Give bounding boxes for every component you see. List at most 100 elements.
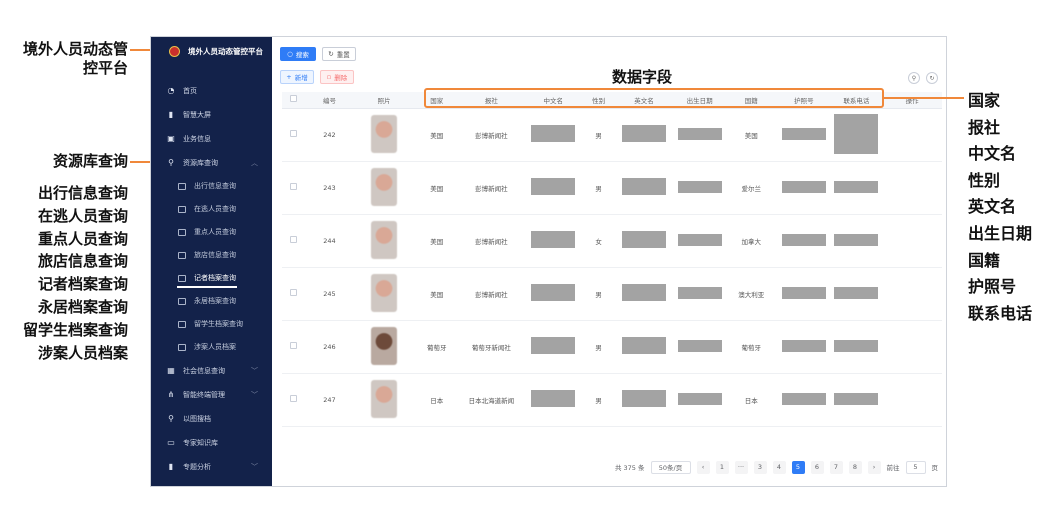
checkbox[interactable] [289, 130, 297, 137]
sidebar-subitem-student[interactable]: 留学生档案查询 [151, 313, 272, 335]
search-icon: ⚲ [168, 414, 174, 423]
header-select-all[interactable] [282, 92, 305, 109]
sidebar-subitem-case[interactable]: 涉案人员档案 [151, 336, 272, 358]
annotation-field: 国家 [968, 91, 1001, 110]
redacted-block [834, 233, 879, 246]
refresh-icon: ↻ [328, 50, 334, 58]
annotation-sub-item: 永居档案查询 [37, 297, 128, 316]
bar-chart-icon: ▮ [168, 462, 174, 471]
cell-gender: 男 [583, 161, 615, 215]
column-header: 操作 [882, 92, 942, 109]
page-button[interactable]: 6 [810, 460, 824, 474]
chevron-left-icon: ‹ [701, 463, 705, 471]
sidebar-subitem-permanent[interactable]: 永居档案查询 [151, 290, 272, 312]
page-size-select[interactable]: 50条/页 [650, 460, 691, 474]
annotation-sub-item: 在逃人员查询 [37, 206, 128, 225]
table-row[interactable]: 242 美国 彭博新闻社 男 美国 [282, 108, 942, 162]
sidebar-item-label: 业务信息 [183, 135, 211, 143]
sidebar-item-smart-screen[interactable]: ▮ 智慧大屏 [151, 104, 272, 126]
sidebar-subitem-journalist[interactable]: 记者档案查询 [151, 267, 272, 289]
cell-country: 日本 [414, 373, 460, 427]
prev-page-button[interactable]: ‹ [696, 460, 710, 474]
sidebar-item-home[interactable]: ◔ 首页 [151, 80, 272, 102]
cell-actions [882, 320, 942, 374]
next-page-button[interactable]: › [867, 460, 881, 474]
reset-button[interactable]: ↻ 重置 [322, 47, 356, 61]
redacted-block [531, 284, 576, 301]
redacted-block [531, 178, 576, 195]
sidebar-item-resource-query[interactable]: ⚲ 资源库查询 ︿ [151, 152, 272, 174]
screenshot-stage: 境外人员动态管控平台 资源库查询 出行信息查询 在逃人员查询 重点人员查询 旅店… [0, 0, 1050, 525]
sidebar-subitem-hotel[interactable]: 旅店信息查询 [151, 244, 272, 266]
sidebar-item-knowledge[interactable]: ▭ 专家知识库 [151, 432, 272, 454]
sidebar-subitem-key-person[interactable]: 重点人员查询 [151, 221, 272, 243]
sidebar-subitem-label: 涉案人员档案 [194, 343, 236, 351]
briefcase-icon: ▣ [167, 134, 175, 143]
page-ellipsis[interactable]: ··· [734, 460, 748, 474]
table-row[interactable]: 243 美国 彭博新闻社 男 爱尔兰 [282, 161, 942, 215]
sidebar-brand: 境外人员动态管控平台 [151, 37, 272, 65]
checkbox[interactable] [289, 236, 297, 243]
checkbox[interactable] [289, 395, 297, 402]
chevron-down-icon: ﹀ [251, 367, 258, 375]
annotation-field-list: 国家 报社 中文名 性别 英文名 出生日期 国籍 护照号 联系电话 [968, 88, 1032, 327]
sidebar-item-business[interactable]: ▣ 业务信息 [151, 128, 272, 150]
person-photo [371, 273, 398, 312]
checkbox[interactable] [289, 183, 297, 190]
sidebar-item-social[interactable]: ▦ 社会信息查询 ﹀ [151, 360, 272, 382]
cell-gender: 男 [583, 267, 615, 321]
refresh-button[interactable]: ↻ [926, 72, 938, 84]
page-button[interactable]: 7 [829, 460, 843, 474]
book-icon [178, 320, 186, 328]
cell-gender: 男 [583, 373, 615, 427]
toggle-search-button[interactable]: ⚲ [908, 72, 920, 84]
sidebar-subitem-fugitive[interactable]: 在逃人员查询 [151, 198, 272, 220]
page-button[interactable]: 4 [772, 460, 786, 474]
annotation-app-title: 境外人员动态管控平台 [22, 40, 128, 77]
redacted-block [531, 390, 576, 407]
sidebar-item-terminal[interactable]: ⋔ 智能终端管理 ﹀ [151, 384, 272, 406]
sidebar: 境外人员动态管控平台 ◔ 首页 ▮ 智慧大屏 ▣ 业务信息 ⚲ 资源库查询 ︿ [151, 37, 272, 486]
table-row[interactable]: 245 美国 彭博新闻社 男 澳大利亚 [282, 267, 942, 321]
table-row[interactable]: 247 日本 日本北海道新闻 男 日本 [282, 373, 942, 427]
page-unit-label: 页 [931, 464, 939, 472]
table-row[interactable]: 244 美国 彭博新闻社 女 加拿大 [282, 214, 942, 268]
cell-country: 美国 [414, 161, 460, 215]
annotation-line-fields [884, 97, 964, 99]
pagination: 共 375 条 50条/页 ‹ 1 ··· 3 4 5 6 7 8 › 前往 5… [615, 460, 938, 474]
refresh-icon: ↻ [929, 74, 935, 82]
book-icon [178, 205, 186, 213]
cell-actions [882, 267, 942, 321]
redacted-block [621, 337, 666, 354]
chevron-down-icon: ﹀ [251, 463, 258, 471]
sidebar-item-label: 以图搜档 [183, 415, 211, 423]
column-header: 编号 [304, 92, 355, 109]
sidebar-subitem-travel[interactable]: 出行信息查询 [151, 175, 272, 197]
sidebar-item-analysis[interactable]: ▮ 专题分析 ﹀ [151, 456, 272, 478]
cell-gender: 女 [583, 214, 615, 268]
sidebar-item-label: 首页 [183, 87, 197, 95]
goto-page-input[interactable]: 5 [905, 460, 926, 474]
cell-nationality: 澳大利亚 [725, 267, 777, 321]
sidebar-item-image-search[interactable]: ⚲ 以图搜档 [151, 408, 272, 430]
checkbox[interactable] [289, 342, 297, 349]
redacted-block [677, 233, 722, 246]
checkbox[interactable] [289, 289, 297, 296]
page-button-current[interactable]: 5 [791, 460, 805, 474]
add-button[interactable]: + 新增 [280, 70, 314, 84]
search-button[interactable]: ○ 搜索 [280, 47, 316, 61]
table-row[interactable]: 246 葡萄牙 葡萄牙新闻社 男 葡萄牙 [282, 320, 942, 374]
page-button[interactable]: 3 [753, 460, 767, 474]
delete-button[interactable]: ▫ 删除 [320, 70, 354, 84]
search-icon: ⚲ [168, 158, 174, 167]
page-button[interactable]: 8 [848, 460, 862, 474]
data-fields-highlight [424, 88, 884, 108]
page-button[interactable]: 1 [715, 460, 729, 474]
add-button-label: 新增 [294, 74, 308, 82]
checkbox[interactable] [289, 95, 297, 103]
annotation-field: 报社 [968, 117, 1001, 137]
cell-actions [882, 108, 942, 162]
sidebar-brand-title: 境外人员动态管控平台 [188, 46, 263, 56]
annotation-sub-list: 出行信息查询 在逃人员查询 重点人员查询 旅店信息查询 记者档案查询 永居档案查… [20, 182, 128, 364]
cell-nationality: 加拿大 [725, 214, 777, 268]
